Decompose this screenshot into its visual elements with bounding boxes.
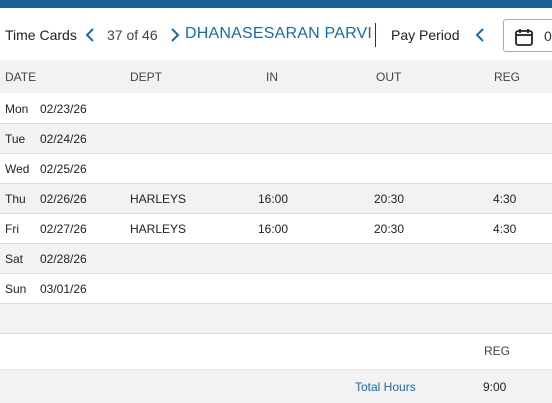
row-reg: 4:30 <box>493 222 517 236</box>
row-reg: 4:30 <box>493 192 517 206</box>
total-hours-value: 9:00 <box>483 380 507 394</box>
next-employee-button[interactable] <box>166 25 182 45</box>
summary-header: REG <box>0 334 552 369</box>
table-row[interactable]: Wed 02/25/26 <box>0 154 552 184</box>
pay-period-label: Pay Period <box>391 27 460 43</box>
row-dept: HARLEYS <box>130 222 187 236</box>
day-of-week: Sun <box>5 282 27 296</box>
summary-reg-header: REG <box>484 344 511 358</box>
calendar-icon <box>515 29 533 46</box>
employee-name-link[interactable]: DHANASESARAN PARVI <box>185 25 372 43</box>
row-in: 16:00 <box>258 222 289 236</box>
pay-period-date-picker[interactable]: 0 <box>503 19 552 52</box>
table-header: DATE DEPT IN OUT REG <box>0 60 552 93</box>
table-row[interactable]: Fri 02/27/26 HARLEYS 16:00 20:30 4:30 <box>0 214 552 244</box>
record-counter: 37 of 46 <box>107 27 158 43</box>
row-dept: HARLEYS <box>130 192 187 206</box>
table-row[interactable]: Sat 02/28/26 <box>0 244 552 274</box>
table-row[interactable]: Thu 02/26/26 HARLEYS 16:00 20:30 4:30 <box>0 184 552 214</box>
day-of-week: Fri <box>5 222 19 236</box>
timecard-header: Time Cards 37 of 46 DHANASESARAN PARVI P… <box>0 8 552 60</box>
column-header-date: DATE <box>5 70 37 84</box>
row-out: 20:30 <box>374 222 405 236</box>
row-date: 02/27/26 <box>40 222 87 236</box>
chevron-left-icon <box>85 28 94 42</box>
row-date: 02/28/26 <box>40 252 87 266</box>
chevron-left-icon <box>475 28 484 42</box>
previous-employee-button[interactable] <box>83 25 99 45</box>
row-date: 02/26/26 <box>40 192 87 206</box>
row-date: 03/01/26 <box>40 282 87 296</box>
previous-pay-period-button[interactable] <box>473 25 489 45</box>
table-row[interactable]: Mon 02/23/26 <box>0 94 552 124</box>
row-out: 20:30 <box>374 192 405 206</box>
header-divider <box>375 23 376 47</box>
column-header-reg: REG <box>494 70 521 84</box>
table-row[interactable]: Sun 03/01/26 <box>0 274 552 304</box>
top-accent-bar <box>0 0 552 8</box>
row-date: 02/25/26 <box>40 162 87 176</box>
total-hours-label: Total Hours <box>355 380 416 394</box>
day-of-week: Sat <box>5 252 24 266</box>
day-of-week: Thu <box>5 192 26 206</box>
empty-row <box>0 304 552 334</box>
chevron-right-icon <box>171 28 180 42</box>
day-of-week: Mon <box>5 102 29 116</box>
page-title: Time Cards <box>5 27 77 43</box>
column-header-out: OUT <box>376 70 402 84</box>
row-date: 02/24/26 <box>40 132 87 146</box>
pay-period-date-value: 0 <box>544 28 552 44</box>
day-of-week: Tue <box>5 132 26 146</box>
column-header-dept: DEPT <box>130 70 163 84</box>
total-hours-row: Total Hours 9:00 <box>0 369 552 403</box>
row-in: 16:00 <box>258 192 289 206</box>
column-header-in: IN <box>266 70 278 84</box>
table-row[interactable]: Tue 02/24/26 <box>0 124 552 154</box>
day-of-week: Wed <box>5 162 30 176</box>
row-date: 02/23/26 <box>40 102 87 116</box>
